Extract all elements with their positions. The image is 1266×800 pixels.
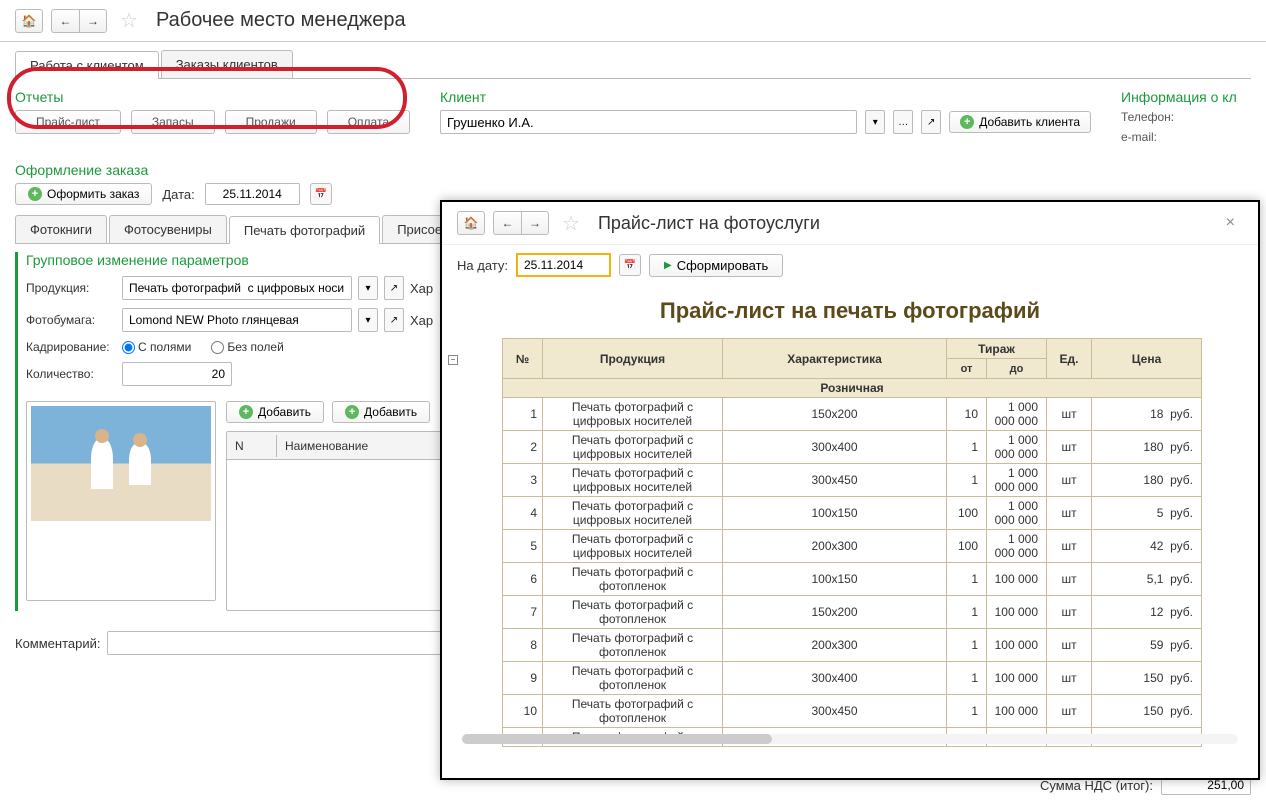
col-price: Цена bbox=[1092, 339, 1202, 379]
photo-preview-image bbox=[31, 406, 211, 521]
date-label: Дата: bbox=[162, 187, 194, 202]
add-photo-button[interactable]: +Добавить bbox=[226, 401, 324, 423]
info-header: Информация о кл bbox=[1121, 89, 1251, 105]
product-dropdown-button[interactable]: ▾ bbox=[358, 276, 378, 300]
col-unit: Ед. bbox=[1047, 339, 1092, 379]
col-n: N bbox=[227, 435, 277, 457]
table-row[interactable]: 4Печать фотографий с цифровых носителей1… bbox=[503, 497, 1202, 530]
nav-forward-button[interactable]: → bbox=[79, 9, 107, 33]
client-open-button[interactable]: ↗ bbox=[921, 110, 941, 134]
crop-with-fields-radio[interactable]: С полями bbox=[122, 340, 191, 354]
col-char: Характеристика bbox=[723, 339, 947, 379]
crop-without-fields-radio[interactable]: Без полей bbox=[211, 340, 283, 354]
plus-icon: + bbox=[239, 405, 253, 419]
tab-photo-print[interactable]: Печать фотографий bbox=[229, 216, 380, 244]
payment-button[interactable]: Оплата bbox=[327, 110, 410, 134]
qty-label: Количество: bbox=[26, 367, 116, 381]
plus-icon: + bbox=[345, 405, 359, 419]
favorite-star-icon[interactable]: ☆ bbox=[120, 8, 138, 33]
paper-label: Фотобумага: bbox=[26, 313, 116, 327]
col-run: Тираж bbox=[947, 339, 1047, 359]
paper-input[interactable] bbox=[122, 308, 352, 332]
stock-button[interactable]: Запасы bbox=[131, 110, 215, 134]
email-label: e-mail: bbox=[1121, 130, 1251, 144]
main-toolbar: 🏠 ← → ☆ Рабочее место менеджера bbox=[0, 0, 1266, 42]
phone-label: Телефон: bbox=[1121, 110, 1251, 124]
photo-preview-panel bbox=[26, 401, 216, 601]
modal-close-button[interactable]: × bbox=[1218, 210, 1243, 236]
main-tab-bar: Работа с клиентом Заказы клиентов bbox=[15, 50, 1251, 79]
col-run-to: до bbox=[987, 359, 1047, 379]
generate-report-button[interactable]: ▶ Сформировать bbox=[649, 254, 783, 277]
product-input[interactable] bbox=[122, 276, 352, 300]
order-header: Оформление заказа bbox=[15, 162, 1251, 178]
plus-icon: + bbox=[960, 115, 974, 129]
table-row[interactable]: 1Печать фотографий с цифровых носителей1… bbox=[503, 398, 1202, 431]
product-label: Продукция: bbox=[26, 281, 116, 295]
tab-client-work[interactable]: Работа с клиентом bbox=[15, 51, 159, 79]
table-row[interactable]: 2Печать фотографий с цифровых носителей3… bbox=[503, 431, 1202, 464]
price-list-window: 🏠 ← → ☆ Прайс-лист на фотоуслуги × На да… bbox=[440, 200, 1260, 780]
table-row[interactable]: 7Печать фотографий с фотопленок150х20011… bbox=[503, 596, 1202, 629]
play-icon: ▶ bbox=[664, 260, 672, 271]
client-dropdown-button[interactable]: ▾ bbox=[865, 110, 885, 134]
col-run-from: от bbox=[947, 359, 987, 379]
page-title: Рабочее место менеджера bbox=[156, 9, 406, 32]
client-section: Клиент ▾ … ↗ + Добавить клиента bbox=[440, 89, 1091, 150]
col-num: № bbox=[503, 339, 543, 379]
modal-home-button[interactable]: 🏠 bbox=[457, 211, 485, 235]
calendar-button[interactable]: 📅 bbox=[310, 183, 332, 205]
nav-back-button[interactable]: ← bbox=[51, 9, 79, 33]
reports-header: Отчеты bbox=[15, 89, 410, 105]
collapse-handle[interactable]: − bbox=[448, 355, 458, 365]
price-list-button[interactable]: Прайс-лист bbox=[15, 110, 121, 134]
modal-calendar-button[interactable]: 📅 bbox=[619, 254, 641, 276]
table-row[interactable]: 9Печать фотографий с фотопленок300х40011… bbox=[503, 662, 1202, 695]
tab-souvenirs[interactable]: Фотосувениры bbox=[109, 215, 227, 243]
table-row[interactable]: 10Печать фотографий с фотопленок300х4501… bbox=[503, 695, 1202, 728]
sales-button[interactable]: Продажи bbox=[225, 110, 317, 134]
add-photo-button-2[interactable]: +Добавить bbox=[332, 401, 430, 423]
char-label-2: Хар bbox=[410, 313, 433, 328]
char-label-1: Хар bbox=[410, 281, 433, 296]
home-button[interactable]: 🏠 bbox=[15, 9, 43, 33]
table-row[interactable]: 8Печать фотографий с фотопленок200х30011… bbox=[503, 629, 1202, 662]
client-header: Клиент bbox=[440, 89, 1091, 105]
modal-star-icon[interactable]: ☆ bbox=[562, 211, 580, 236]
add-client-label: Добавить клиента bbox=[979, 115, 1080, 129]
modal-nav-back[interactable]: ← bbox=[493, 211, 521, 235]
modal-toolbar: 🏠 ← → ☆ Прайс-лист на фотоуслуги × bbox=[442, 202, 1258, 245]
paper-dropdown-button[interactable]: ▾ bbox=[358, 308, 378, 332]
client-info-section: Информация о кл Телефон: e-mail: bbox=[1121, 89, 1251, 150]
price-table: № Продукция Характеристика Тираж Ед. Цен… bbox=[502, 338, 1202, 747]
crop-label: Кадрирование: bbox=[26, 340, 116, 354]
product-open-button[interactable]: ↗ bbox=[384, 276, 404, 300]
create-order-button[interactable]: + Оформить заказ bbox=[15, 183, 152, 205]
table-row[interactable]: 6Печать фотографий с фотопленок100х15011… bbox=[503, 563, 1202, 596]
table-row[interactable]: 3Печать фотографий с цифровых носителей3… bbox=[503, 464, 1202, 497]
qty-input[interactable] bbox=[122, 362, 232, 386]
tab-photobooks[interactable]: Фотокниги bbox=[15, 215, 107, 243]
create-order-label: Оформить заказ bbox=[47, 187, 139, 201]
client-input[interactable] bbox=[440, 110, 857, 134]
plus-icon: + bbox=[28, 187, 42, 201]
table-row[interactable]: 5Печать фотографий с цифровых носителей2… bbox=[503, 530, 1202, 563]
modal-title: Прайс-лист на фотоуслуги bbox=[598, 213, 820, 234]
reports-section: Отчеты Прайс-лист Запасы Продажи Оплата bbox=[15, 89, 410, 150]
report-title: Прайс-лист на печать фотографий bbox=[462, 298, 1238, 324]
tab-client-orders[interactable]: Заказы клиентов bbox=[161, 50, 293, 78]
paper-open-button[interactable]: ↗ bbox=[384, 308, 404, 332]
modal-nav-forward[interactable]: → bbox=[521, 211, 549, 235]
client-more-button[interactable]: … bbox=[893, 110, 913, 134]
modal-date-input[interactable] bbox=[516, 253, 611, 277]
col-product: Продукция bbox=[543, 339, 723, 379]
modal-date-label: На дату: bbox=[457, 258, 508, 273]
horizontal-scrollbar[interactable] bbox=[462, 734, 1238, 744]
comment-label: Комментарий: bbox=[15, 636, 101, 651]
add-client-button[interactable]: + Добавить клиента bbox=[949, 111, 1091, 133]
order-date-input[interactable] bbox=[205, 183, 300, 205]
group-row[interactable]: Розничная bbox=[503, 379, 1202, 398]
